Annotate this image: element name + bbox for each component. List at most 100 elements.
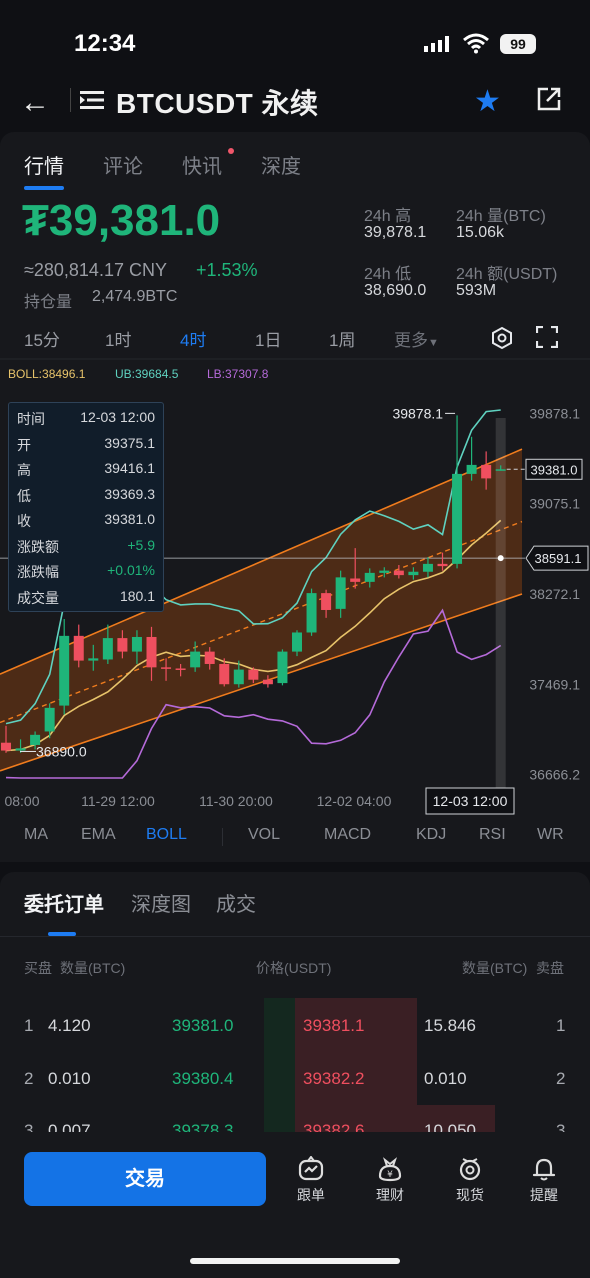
nav-spot[interactable]: 现货: [440, 1156, 500, 1205]
candle-body: [495, 469, 506, 471]
candle-body: [59, 635, 70, 706]
candle-body: [306, 593, 317, 633]
x-axis-tick: 11-29 12:00: [81, 793, 155, 809]
tab-trades[interactable]: 成交: [216, 888, 256, 917]
indicator-ema[interactable]: EMA: [81, 826, 116, 844]
wealth-icon: ¥: [378, 1157, 402, 1182]
price-change: +1.53%: [196, 260, 258, 280]
tab-orders[interactable]: 委托订单: [24, 888, 104, 917]
candle-body: [15, 748, 26, 751]
share-icon[interactable]: [536, 86, 562, 112]
x-axis-active-tick: 12-03 12:00: [433, 793, 508, 809]
candle-body: [277, 651, 288, 684]
candle-body: [117, 638, 128, 652]
fullscreen-icon[interactable]: [536, 326, 558, 348]
tab-flash-news[interactable]: 快讯: [182, 150, 222, 179]
nav-alerts[interactable]: 提醒: [514, 1156, 574, 1205]
volume-label: 24h 量(BTC): [456, 208, 546, 225]
copy-trading-icon: [298, 1155, 324, 1181]
tab-depth-chart[interactable]: 深度图: [131, 888, 191, 917]
candle-body: [422, 563, 433, 572]
x-axis-tick: 12-02 04:00: [317, 793, 392, 809]
y-axis-tick: 39878.1: [529, 405, 580, 421]
nav-copy-trading[interactable]: 跟单: [281, 1155, 341, 1205]
candle-body: [204, 651, 215, 664]
candle-body: [437, 563, 448, 567]
candle-body: [364, 572, 375, 582]
home-indicator: [190, 1258, 400, 1264]
tooltip-value: 39381.0: [104, 511, 155, 527]
candle-body: [408, 571, 419, 576]
tooltip-label: 成交量: [17, 589, 59, 606]
nav-label: 提醒: [530, 1187, 558, 1203]
candle-body: [190, 651, 201, 668]
trade-button[interactable]: 交易: [24, 1152, 266, 1206]
bid-price: 39381.0: [172, 1016, 234, 1035]
caret-down-icon: ▼: [428, 337, 439, 349]
tooltip-label: 时间: [17, 411, 45, 427]
tooltip-value: +5.9: [127, 536, 155, 553]
y-axis-tick: 37469.1: [529, 676, 580, 692]
candle-body: [175, 668, 186, 670]
last-price: ₮39,381.0: [22, 196, 221, 245]
tooltip-label: 收: [17, 513, 31, 529]
indicator-macd[interactable]: MACD: [324, 826, 371, 844]
candle-body: [219, 663, 230, 685]
wifi-icon: [463, 33, 489, 54]
favorite-star-icon[interactable]: ★: [474, 84, 501, 119]
candle-body: [88, 658, 99, 661]
bell-icon: [532, 1158, 556, 1181]
back-arrow-icon[interactable]: ←: [20, 86, 50, 120]
indicator-boll[interactable]: BOLL: [146, 826, 187, 844]
settings-icon[interactable]: [490, 326, 514, 350]
nav-wealth[interactable]: ¥ 理财: [360, 1156, 420, 1205]
candle-body: [335, 577, 346, 609]
tab-market[interactable]: 行情: [24, 150, 64, 179]
candle-body: [44, 707, 55, 732]
candle-body: [452, 473, 463, 564]
candle-body: [161, 667, 172, 669]
high-label: 24h 高: [364, 208, 412, 225]
timeframe-1d[interactable]: 1日: [255, 326, 281, 351]
volume-value: 15.06k: [456, 224, 505, 241]
tab-comments[interactable]: 评论: [103, 150, 143, 179]
indicator-ma[interactable]: MA: [24, 826, 48, 844]
indicator-kdj[interactable]: KDJ: [416, 826, 446, 844]
nav-label: 跟单: [297, 1187, 325, 1203]
low-label: 24h 低: [364, 266, 412, 283]
timeframe-1h[interactable]: 1时: [105, 326, 131, 351]
price-cny: ≈280,814.17 CNY: [24, 260, 167, 280]
crosshair-price: 38591.1: [535, 551, 582, 566]
header-qty-right: 数量(BTC): [462, 960, 528, 976]
header-buy: 买盘: [24, 960, 52, 976]
page-title: BTCUSDT 永续: [116, 88, 319, 119]
indicator-rsi[interactable]: RSI: [479, 826, 506, 844]
candle-body: [466, 464, 477, 474]
bid-depth-bar: [264, 998, 295, 1132]
row-index: 1: [24, 1016, 34, 1035]
timeframe-4h[interactable]: 4时: [180, 326, 206, 351]
candle-body: [248, 669, 259, 680]
candle-body: [292, 632, 302, 652]
low-marker: 36890.0: [36, 743, 87, 759]
candle-body: [233, 669, 244, 685]
candle-body: [131, 636, 142, 652]
timeframe-more[interactable]: 更多▼: [394, 326, 439, 351]
indicator-divider: [222, 828, 223, 846]
high-marker: 39878.1: [392, 405, 443, 421]
timeframe-1w[interactable]: 1周: [329, 326, 355, 351]
tooltip-label: 涨跌幅: [17, 564, 59, 580]
high-value: 39,878.1: [364, 224, 427, 241]
candle-body: [379, 570, 390, 573]
y-axis-tick: 38272.1: [529, 586, 580, 602]
indicator-vol[interactable]: VOL: [248, 826, 280, 844]
candle-body: [350, 578, 361, 582]
spot-icon: [459, 1158, 481, 1181]
market-list-icon[interactable]: [80, 90, 104, 110]
nav-label: 现货: [456, 1187, 484, 1203]
timeframe-15m[interactable]: 15分: [24, 326, 60, 351]
indicator-wr[interactable]: WR: [537, 826, 564, 844]
tab-depth[interactable]: 深度: [261, 150, 301, 179]
open-interest-label: 持仓量: [24, 294, 73, 311]
candle-body: [1, 742, 11, 751]
